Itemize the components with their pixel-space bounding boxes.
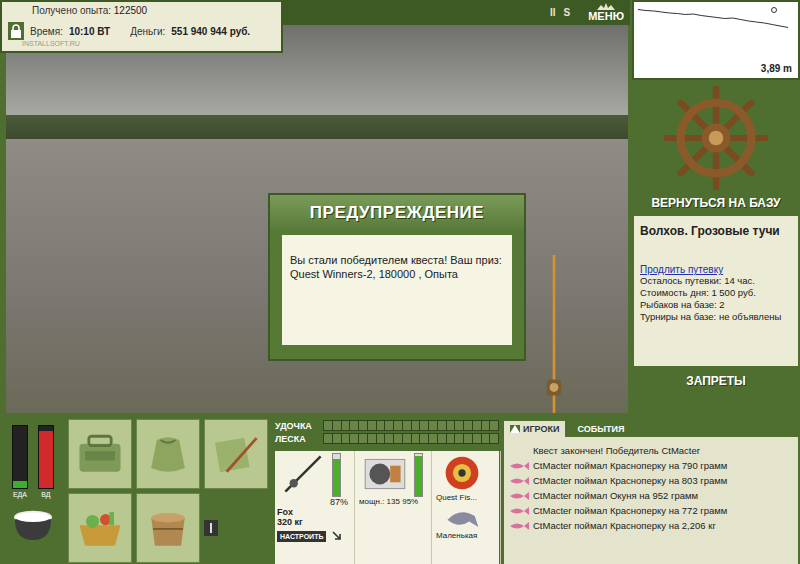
fishing-rod-icon	[544, 255, 564, 413]
fish-icon	[508, 521, 530, 531]
inventory-slot[interactable]	[136, 419, 200, 489]
dialog-message: Вы стали победителем квеста! Ваш приз: Q…	[282, 235, 512, 345]
tension-meter: ЛЕСКА	[275, 432, 499, 445]
game-screen: II S МЕНЮ ПРЕДУПРЕЖДЕНИЕ Вы стали победит…	[0, 0, 800, 564]
event-row: Квест закончен! Победитель CtMacter	[508, 443, 794, 458]
fish-icon	[508, 491, 530, 501]
need-meter: ЕДА	[12, 425, 28, 498]
toolbar-button[interactable]: II	[550, 7, 556, 18]
lure-icon	[442, 453, 482, 493]
scene-photo: ПРЕДУПРЕЖДЕНИЕ Вы стали победителем квес…	[6, 25, 628, 413]
depth-chart: 3,89 m	[632, 0, 800, 80]
extend-permit-link[interactable]: Продлить путевку	[640, 264, 792, 275]
inventory	[66, 415, 272, 564]
warning-dialog: ПРЕДУПРЕЖДЕНИЕ Вы стали победителем квес…	[268, 193, 526, 361]
events-tab[interactable]: СОБЫТИЯ	[571, 421, 630, 437]
events-tab[interactable]: ИГРОКИ	[504, 421, 565, 437]
reel-slot[interactable]: мощн.: 135 95%	[357, 451, 432, 564]
tension-meter: УДОЧКА	[275, 419, 499, 432]
menu-ornament-icon	[596, 3, 616, 11]
tab-arrow-icon	[510, 425, 520, 433]
base-info: Волхов. Грозовые тучи Продлить путевку О…	[634, 216, 798, 366]
bait-icon	[442, 503, 482, 531]
notes-pen-icon	[208, 430, 264, 478]
base-detail: Рыбаков на базе: 2	[640, 299, 792, 311]
fish-icon	[508, 461, 530, 471]
info-toggle-icon[interactable]	[204, 520, 218, 536]
lure-bait-slot[interactable]: Quest Fis... Маленькая	[434, 451, 501, 564]
hud-panel: Получено опыта: 122500 Время:10:10 ВТ Де…	[0, 0, 283, 53]
event-row: CtMacter поймал Красноперку на 772 грамм	[508, 503, 794, 518]
depth-line	[638, 10, 788, 28]
fish-icon	[508, 506, 530, 516]
inventory-slot[interactable]	[68, 419, 132, 489]
base-detail: Осталось путевки: 14 час.	[640, 275, 792, 287]
events-panel: ИГРОКИ СОБЫТИЯ Квест закончен! Победител…	[502, 415, 800, 564]
bucket-icon	[140, 504, 196, 552]
setup-button[interactable]: НАСТРОИТЬ	[277, 531, 326, 542]
lock-icon[interactable]	[8, 22, 24, 40]
need-meter: ВД	[38, 425, 54, 498]
dialog-title: ПРЕДУПРЕЖДЕНИЕ	[270, 195, 524, 229]
watermark: INSTALLSOFT.RU	[8, 40, 275, 47]
return-to-base-button[interactable]: ВЕРНУТЬСЯ НА БАЗУ	[632, 192, 800, 214]
sack-icon	[140, 430, 196, 478]
menu-button[interactable]: МЕНЮ	[588, 3, 624, 22]
arrow-icon[interactable]	[332, 531, 342, 541]
inventory-slot[interactable]	[68, 493, 132, 563]
float-marker-icon	[772, 8, 777, 13]
rod-slot[interactable]: 87% Fox 320 кг НАСТРОИТЬ	[275, 451, 355, 564]
base-detail: Турниры на базе: не объявлены	[640, 311, 792, 323]
food-basket-icon	[72, 504, 128, 552]
event-row: CtMacter поймал Окуня на 952 грамм	[508, 488, 794, 503]
reel-icon	[359, 453, 411, 495]
location-name: Волхов. Грозовые тучи	[640, 224, 792, 238]
bans-button[interactable]: ЗАПРЕТЫ	[632, 366, 800, 392]
depth-reading: 3,89 m	[761, 63, 792, 74]
toolbar-button[interactable]: S	[564, 7, 571, 18]
rod-icon	[277, 453, 329, 495]
event-row: CtMacter поймал Красноперку на 803 грамм	[508, 473, 794, 488]
event-row: CtMacter поймал Красноперку на 2,206 кг	[508, 518, 794, 533]
tackle-bag-icon	[72, 430, 128, 478]
cooking-pot-icon[interactable]	[9, 504, 57, 542]
ship-wheel-icon[interactable]	[664, 86, 768, 190]
inventory-slot[interactable]	[136, 493, 200, 563]
fish-icon	[508, 476, 530, 486]
event-row: CtMacter поймал Красноперку на 790 грамм	[508, 458, 794, 473]
inventory-slot[interactable]	[204, 419, 268, 489]
base-detail: Стоимость дня: 1 500 руб.	[640, 287, 792, 299]
